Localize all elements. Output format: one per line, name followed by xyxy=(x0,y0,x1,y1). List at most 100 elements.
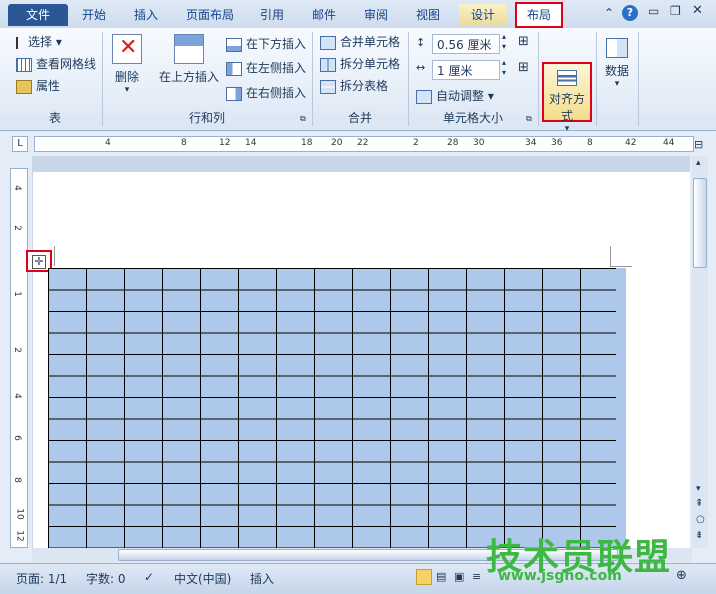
insert-above-button[interactable]: 在上方插入 xyxy=(158,34,220,85)
ruler-number: 36 xyxy=(551,138,563,148)
selected-table[interactable] xyxy=(48,268,625,548)
horizontal-ruler[interactable]: 4 8 12 14 18 20 22 2 28 30 34 36 8 42 44 xyxy=(34,136,694,152)
distribute-rows-icon[interactable]: ⊞ xyxy=(518,34,529,49)
tab-layout[interactable]: 布局 xyxy=(515,2,563,28)
row-height-stepper[interactable]: ▴ ▾ xyxy=(502,32,506,52)
ruler-number: 8 xyxy=(181,138,187,148)
ruler-number: 28 xyxy=(447,138,459,148)
insert-left-button[interactable]: 在左侧插入 xyxy=(226,58,306,78)
group-divider xyxy=(102,32,103,126)
next-page-icon[interactable]: ⇟ xyxy=(695,530,703,541)
tab-mailings[interactable]: 邮件 xyxy=(306,4,342,26)
full-reading-icon[interactable]: ▤ xyxy=(436,570,446,583)
alignment-button[interactable]: 对齐方式 ▾ xyxy=(542,62,592,134)
help-icon[interactable]: ? xyxy=(622,5,638,21)
group-divider xyxy=(312,32,313,126)
column-width-input[interactable]: 1 厘米 xyxy=(432,60,500,80)
ribbon: 选择 ▾ 查看网格线 属性 表 ✕ 删除 ▾ 在上方插入 在下方插入 在左侧插入 … xyxy=(0,28,716,134)
insert-above-icon xyxy=(174,34,204,64)
scroll-down-icon[interactable]: ▾ xyxy=(696,484,701,494)
ruler-number: 44 xyxy=(663,138,675,148)
margin-mark xyxy=(54,246,55,266)
ruler-number: 14 xyxy=(245,138,257,148)
tab-home[interactable]: 开始 xyxy=(76,4,112,26)
column-width-stepper[interactable]: ▴ ▾ xyxy=(502,58,506,78)
move-icon: ✛ xyxy=(32,255,46,269)
ruler-number: 42 xyxy=(625,138,637,148)
group-divider xyxy=(596,32,597,126)
dialog-launcher-icon[interactable]: ⧉ xyxy=(526,114,532,124)
tab-view[interactable]: 视图 xyxy=(410,4,446,26)
proofing-icon[interactable]: ✓ xyxy=(144,570,154,584)
ruler-number: 30 xyxy=(473,138,485,148)
tab-review[interactable]: 审阅 xyxy=(358,4,394,26)
cellsize-group-label: 单元格大小 xyxy=(442,111,503,125)
row-height-input[interactable]: 0.56 厘米 xyxy=(432,34,500,54)
page-count[interactable]: 页面: 1/1 xyxy=(16,570,67,587)
print-layout-icon[interactable] xyxy=(416,569,432,585)
ruler-number: 12 xyxy=(14,530,25,542)
merge-cells-button[interactable]: 合并单元格 xyxy=(320,32,400,52)
ribbon-tab-bar: 文件 开始 插入 页面布局 引用 邮件 审阅 视图 设计 布局 ⌃ ? ▭ ❐ … xyxy=(0,0,716,28)
ruler-number: 10 xyxy=(14,508,25,520)
tab-page-layout[interactable]: 页面布局 xyxy=(180,4,240,26)
select-button[interactable]: 选择 ▾ xyxy=(16,32,62,52)
tab-references[interactable]: 引用 xyxy=(254,4,290,26)
split-cells-icon xyxy=(320,57,336,72)
scroll-up-icon[interactable]: ▴ xyxy=(696,158,701,168)
web-layout-icon[interactable]: ▣ xyxy=(454,570,464,583)
dialog-launcher-icon[interactable]: ⧉ xyxy=(300,114,306,124)
insert-left-icon xyxy=(226,61,242,76)
properties-icon xyxy=(16,79,32,94)
restore-icon[interactable]: ❐ xyxy=(670,4,681,18)
autofit-icon xyxy=(416,89,432,104)
tab-design[interactable]: 设计 xyxy=(459,4,507,26)
insert-below-icon xyxy=(226,37,242,52)
column-width-icon: ↔ xyxy=(416,61,426,74)
data-button[interactable]: 数据 ▾ xyxy=(600,34,634,89)
merge-cells-icon xyxy=(320,35,336,50)
group-divider xyxy=(408,32,409,126)
align-center-icon xyxy=(557,70,577,86)
ruler-number: 20 xyxy=(331,138,343,148)
split-cells-button[interactable]: 拆分单元格 xyxy=(320,54,400,74)
vertical-ruler[interactable]: 4 2 1 2 4 6 8 10 12 xyxy=(10,168,28,548)
split-table-button[interactable]: 拆分表格 xyxy=(320,76,388,96)
tab-insert[interactable]: 插入 xyxy=(128,4,164,26)
autofit-button[interactable]: 自动调整 ▾ xyxy=(416,86,494,106)
distribute-columns-icon[interactable]: ⊞ xyxy=(518,60,529,75)
ruler-number: 6 xyxy=(11,435,22,441)
cursor-icon xyxy=(16,36,24,49)
tab-selector-icon[interactable]: L xyxy=(12,136,28,152)
word-count[interactable]: 字数: 0 xyxy=(86,570,126,587)
vertical-scroll-thumb[interactable] xyxy=(693,178,707,268)
merge-group-label: 合并 xyxy=(347,111,372,125)
margin-mark xyxy=(610,266,632,267)
close-icon[interactable]: ✕ xyxy=(692,3,703,18)
insert-mode[interactable]: 插入 xyxy=(250,570,274,587)
watermark-url: www.jsgho.com xyxy=(498,568,622,584)
row-height-icon: ↕ xyxy=(416,36,426,49)
grid-icon xyxy=(16,57,32,72)
minimize-icon[interactable]: ▭ xyxy=(648,4,659,18)
browse-object-icon[interactable]: ○ xyxy=(696,514,705,525)
ruler-number: 2 xyxy=(413,138,419,148)
delete-button[interactable]: ✕ 删除 ▾ xyxy=(108,34,146,95)
insert-right-button[interactable]: 在右侧插入 xyxy=(226,83,306,103)
view-gridlines-button[interactable]: 查看网格线 xyxy=(16,54,96,74)
language[interactable]: 中文(中国) xyxy=(174,570,231,587)
insert-below-button[interactable]: 在下方插入 xyxy=(226,34,306,54)
ruler-number: 4 xyxy=(11,185,22,191)
ruler-number: 22 xyxy=(357,138,369,148)
delete-table-icon: ✕ xyxy=(112,34,142,64)
group-divider xyxy=(538,32,539,126)
outline-icon[interactable]: ≡ xyxy=(472,570,481,583)
ruler-number: 1 xyxy=(11,291,22,297)
view-ruler-icon[interactable]: ⊟ xyxy=(694,138,703,151)
zoom-in-icon[interactable]: ⊕ xyxy=(676,568,687,583)
ribbon-minimize-icon[interactable]: ⌃ xyxy=(604,6,614,20)
previous-page-icon[interactable]: ⇞ xyxy=(695,498,703,509)
properties-button[interactable]: 属性 xyxy=(16,76,60,96)
margin-mark xyxy=(610,246,611,266)
tab-file[interactable]: 文件 xyxy=(8,4,68,26)
